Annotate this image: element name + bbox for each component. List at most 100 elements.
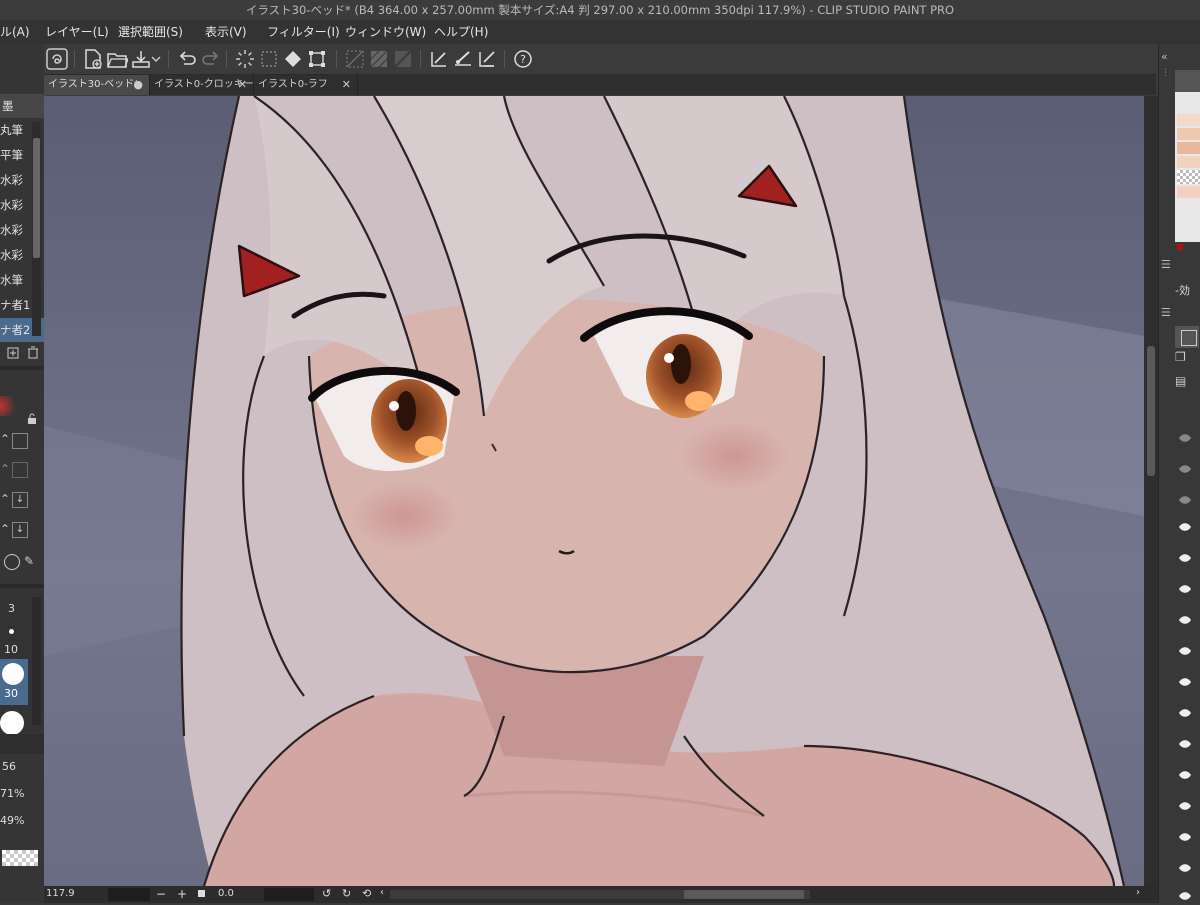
eye-icon[interactable] bbox=[1178, 579, 1192, 593]
pen-pressure-icon[interactable] bbox=[476, 48, 498, 70]
zoom-in-button[interactable]: + bbox=[177, 887, 187, 901]
menu-item-filter[interactable]: フィルター(I) bbox=[267, 20, 340, 44]
download-icon[interactable]: ↓ bbox=[12, 492, 28, 508]
canvas-vertical-scrollbar[interactable] bbox=[1144, 96, 1158, 886]
menu-item-selection[interactable]: 選択範囲(S) bbox=[118, 20, 183, 44]
eye-icon[interactable] bbox=[1178, 517, 1192, 531]
percent-value[interactable]: 49% bbox=[0, 814, 24, 827]
canvas-scroll-thumb[interactable] bbox=[1147, 346, 1155, 476]
tab-illust30[interactable]: イラスト30-ベッド* ● bbox=[44, 75, 150, 95]
drawing-canvas[interactable] bbox=[44, 96, 1144, 886]
eye-icon[interactable] bbox=[1178, 610, 1192, 624]
zoom-value[interactable]: 117.9 bbox=[46, 888, 75, 899]
brush-size-dot[interactable] bbox=[9, 629, 14, 634]
new-file-icon[interactable] bbox=[82, 48, 104, 70]
menu-item-help[interactable]: ヘルプ(H) bbox=[434, 20, 488, 44]
eye-icon[interactable] bbox=[1178, 734, 1192, 748]
zoom-out-button[interactable]: − bbox=[156, 887, 166, 901]
eye-icon[interactable] bbox=[1178, 641, 1192, 655]
reset-rotation-icon[interactable]: ⟲ bbox=[362, 887, 371, 900]
spinner-icon[interactable]: ⌃ bbox=[0, 432, 10, 452]
brush-size-circle[interactable] bbox=[0, 711, 24, 735]
spinner-icon[interactable]: ⌃ bbox=[0, 522, 10, 542]
transform-icon[interactable] bbox=[306, 48, 328, 70]
panel-menu-icon[interactable]: ☰ bbox=[1161, 306, 1171, 319]
loading-spinner-icon[interactable] bbox=[234, 48, 256, 70]
tab-illust0-rough[interactable]: イラスト0-ラフ ✕ bbox=[254, 75, 358, 95]
close-icon[interactable]: ✕ bbox=[342, 75, 351, 95]
selection-icon[interactable] bbox=[258, 48, 280, 70]
hide-selection-icon[interactable] bbox=[344, 48, 366, 70]
redo-icon[interactable] bbox=[200, 48, 222, 70]
toggle-icon[interactable] bbox=[12, 462, 28, 478]
snap-ruler-icon[interactable] bbox=[392, 48, 414, 70]
scroll-right-icon[interactable]: › bbox=[1136, 887, 1140, 898]
menu-item-tool[interactable]: ル(A) bbox=[0, 20, 30, 44]
menu-item-window[interactable]: ウィンドウ(W) bbox=[345, 20, 426, 44]
panel-menu-icon[interactable]: ☰ bbox=[1161, 258, 1171, 271]
eye-icon[interactable] bbox=[1178, 672, 1192, 686]
eye-icon[interactable] bbox=[1178, 796, 1192, 810]
rotation-slider[interactable] bbox=[264, 888, 314, 901]
transparency-swatch[interactable] bbox=[2, 850, 38, 866]
zoom-slider[interactable] bbox=[108, 888, 150, 901]
eye-icon[interactable] bbox=[1178, 886, 1192, 900]
brush-size-value[interactable]: 30 bbox=[4, 687, 18, 700]
download-icon[interactable]: ↓ bbox=[12, 522, 28, 538]
menu-item-layer[interactable]: レイヤー(L) bbox=[45, 20, 109, 44]
brush-size-palette: 3 10 30 bbox=[0, 591, 44, 735]
eye-icon[interactable] bbox=[1178, 490, 1192, 504]
brush-preview bbox=[0, 396, 20, 416]
eye-icon[interactable] bbox=[1178, 459, 1192, 473]
spinner-icon[interactable]: ⌃ bbox=[0, 462, 10, 482]
fit-icon[interactable] bbox=[198, 890, 205, 897]
fill-icon[interactable] bbox=[282, 48, 304, 70]
trash-icon[interactable] bbox=[26, 344, 40, 359]
chevron-down-icon[interactable] bbox=[150, 48, 162, 70]
eye-icon[interactable] bbox=[1178, 827, 1192, 841]
layer-list-icon[interactable]: ▤ bbox=[1175, 374, 1199, 396]
color-set-palette[interactable] bbox=[1175, 92, 1200, 250]
rotation-value[interactable]: 0.0 bbox=[218, 888, 234, 899]
effect-tab-label[interactable]: -効 bbox=[1175, 282, 1190, 298]
scroll-left-icon[interactable]: ‹ bbox=[380, 887, 384, 898]
color-set-header bbox=[1175, 70, 1200, 92]
spinner-icon[interactable]: ⌃ bbox=[0, 492, 10, 512]
snap-grid-icon[interactable] bbox=[368, 48, 390, 70]
unsaved-dot-icon[interactable]: ● bbox=[133, 75, 143, 95]
toggle-icon[interactable] bbox=[12, 433, 28, 449]
add-sub-tool-icon[interactable] bbox=[6, 344, 20, 359]
eye-icon[interactable] bbox=[1178, 858, 1192, 872]
save-icon[interactable] bbox=[130, 48, 152, 70]
timer-icon[interactable] bbox=[4, 554, 20, 570]
eye-icon[interactable] bbox=[1178, 703, 1192, 717]
rotate-left-icon[interactable]: ↺ bbox=[322, 887, 331, 900]
close-icon[interactable]: ✕ bbox=[238, 75, 247, 95]
eye-icon[interactable] bbox=[1178, 765, 1192, 779]
lock-icon[interactable] bbox=[26, 410, 38, 424]
brush-size-circle[interactable] bbox=[2, 663, 24, 685]
wrench-icon[interactable]: ✎ bbox=[24, 554, 38, 568]
help-icon[interactable]: ? bbox=[512, 48, 534, 70]
sub-tool-scroll-thumb[interactable] bbox=[33, 138, 40, 258]
collapse-dock-icon[interactable]: « bbox=[1161, 50, 1168, 63]
size-scrollbar[interactable] bbox=[32, 597, 41, 725]
copy-icon[interactable]: ❐ bbox=[1175, 350, 1199, 372]
percent-value[interactable]: 56 bbox=[2, 760, 16, 773]
rotate-right-icon[interactable]: ↻ bbox=[342, 887, 351, 900]
menu-item-view[interactable]: 表示(V) bbox=[205, 20, 247, 44]
brush-size-value[interactable]: 3 bbox=[8, 602, 15, 615]
panel-grip-icon[interactable]: ⋮ bbox=[1161, 68, 1171, 108]
eye-icon[interactable] bbox=[1178, 548, 1192, 562]
undo-icon[interactable] bbox=[176, 48, 198, 70]
tab-illust0-croquis[interactable]: イラスト0-クロッキー ✕ bbox=[150, 75, 254, 95]
pen-ruler-icon[interactable] bbox=[428, 48, 450, 70]
open-folder-icon[interactable] bbox=[106, 48, 129, 70]
eye-icon[interactable] bbox=[1178, 428, 1192, 442]
horizontal-scroll-thumb[interactable] bbox=[684, 890, 804, 899]
brush-settings-icon[interactable] bbox=[452, 48, 474, 70]
brush-size-value[interactable]: 10 bbox=[4, 643, 18, 656]
percent-value[interactable]: 71% bbox=[0, 787, 24, 800]
clip-studio-icon[interactable] bbox=[46, 48, 68, 70]
layer-mode-icon[interactable] bbox=[1181, 330, 1197, 346]
